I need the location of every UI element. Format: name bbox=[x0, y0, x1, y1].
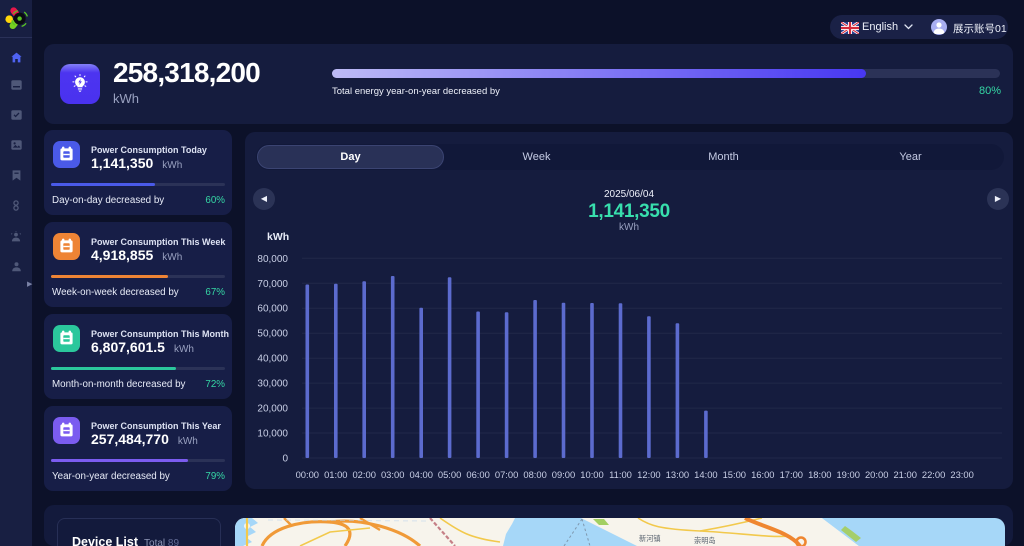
svg-text:06:00: 06:00 bbox=[466, 469, 489, 480]
svg-text:08:00: 08:00 bbox=[523, 469, 546, 480]
svg-text:05:00: 05:00 bbox=[438, 469, 461, 480]
svg-text:01:00: 01:00 bbox=[324, 469, 347, 480]
svg-text:0: 0 bbox=[282, 454, 288, 465]
svg-text:10:00: 10:00 bbox=[580, 469, 603, 480]
svg-text:18:00: 18:00 bbox=[808, 469, 831, 480]
svg-text:10,000: 10,000 bbox=[257, 429, 288, 440]
svg-text:16:00: 16:00 bbox=[751, 469, 774, 480]
svg-text:20:00: 20:00 bbox=[865, 469, 888, 480]
svg-text:23:00: 23:00 bbox=[950, 469, 973, 480]
svg-text:60,000: 60,000 bbox=[257, 304, 288, 315]
svg-text:14:00: 14:00 bbox=[694, 469, 717, 480]
svg-text:崇明岛: 崇明岛 bbox=[694, 536, 716, 545]
svg-text:03:00: 03:00 bbox=[381, 469, 404, 480]
svg-text:19:00: 19:00 bbox=[836, 469, 859, 480]
svg-text:70,000: 70,000 bbox=[257, 279, 288, 290]
svg-text:21:00: 21:00 bbox=[893, 469, 916, 480]
svg-text:30,000: 30,000 bbox=[257, 379, 288, 390]
svg-text:00:00: 00:00 bbox=[296, 469, 319, 480]
svg-text:12:00: 12:00 bbox=[637, 469, 660, 480]
svg-text:15:00: 15:00 bbox=[723, 469, 746, 480]
svg-text:新河镇: 新河镇 bbox=[639, 534, 661, 543]
svg-text:13:00: 13:00 bbox=[666, 469, 689, 480]
svg-text:22:00: 22:00 bbox=[922, 469, 945, 480]
svg-text:11:00: 11:00 bbox=[609, 469, 632, 480]
svg-text:17:00: 17:00 bbox=[780, 469, 803, 480]
svg-text:40,000: 40,000 bbox=[257, 354, 288, 365]
svg-text:kWh: kWh bbox=[267, 231, 289, 243]
svg-text:02:00: 02:00 bbox=[352, 469, 375, 480]
svg-text:50,000: 50,000 bbox=[257, 329, 288, 340]
svg-text:04:00: 04:00 bbox=[409, 469, 432, 480]
svg-text:20,000: 20,000 bbox=[257, 404, 288, 415]
svg-text:80,000: 80,000 bbox=[257, 254, 288, 265]
svg-text:09:00: 09:00 bbox=[552, 469, 575, 480]
svg-text:07:00: 07:00 bbox=[495, 469, 518, 480]
